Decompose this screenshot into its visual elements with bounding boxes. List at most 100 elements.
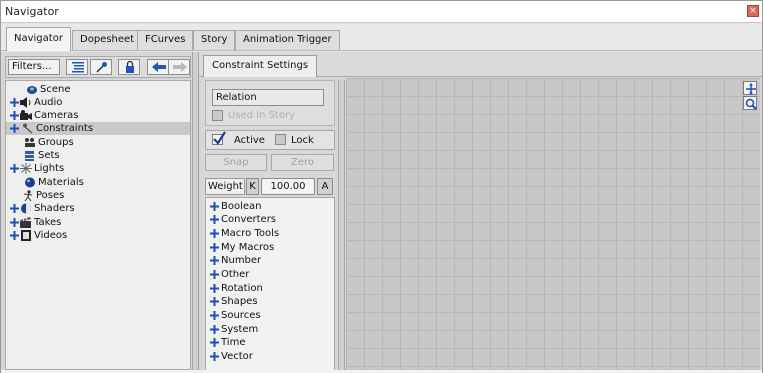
zero-button[interactable]: Zero: [271, 154, 334, 171]
tree-item-label: Videos: [34, 230, 68, 241]
used-in-story-label: Used In Story: [228, 110, 296, 121]
tree-item-label: Audio: [34, 97, 63, 108]
used-in-story-checkbox[interactable]: [212, 110, 223, 121]
tree-item-sets[interactable]: Sets: [6, 149, 190, 162]
tree-item-scene[interactable]: Scene: [6, 83, 190, 96]
relation-group: Relation Used In Story: [205, 80, 335, 126]
constraint-icon: [22, 123, 34, 134]
list-item-label: Macro Tools: [221, 228, 280, 239]
list-item-label: Time: [221, 337, 246, 348]
shader-icon: [20, 203, 32, 214]
panel-splitter[interactable]: [338, 80, 345, 372]
tree-item-label: Sets: [38, 150, 60, 161]
filters-button[interactable]: Filters...: [8, 59, 60, 75]
key-button[interactable]: K: [246, 178, 259, 195]
tree-item-lights[interactable]: Lights: [6, 162, 190, 175]
tree-item-label: Shaders: [34, 203, 75, 214]
navigator-window: Navigator × Navigator Dopesheet FCurves …: [0, 0, 763, 373]
expand-plus-icon[interactable]: [210, 202, 219, 211]
tab-dopesheet[interactable]: Dopesheet: [72, 30, 143, 50]
list-item-label: Shapes: [221, 296, 258, 307]
tree-item-shaders[interactable]: Shaders: [6, 202, 190, 215]
title-bar: Navigator ×: [1, 1, 762, 23]
expand-plus-icon[interactable]: [10, 124, 19, 133]
list-view-icon[interactable]: [66, 59, 88, 75]
pan-icon[interactable]: [743, 81, 757, 95]
list-item-label: My Macros: [221, 242, 275, 253]
light-icon: [20, 163, 32, 174]
active-lock-group: Active Lock: [205, 130, 335, 150]
active-label: Active: [234, 135, 265, 146]
tree-item-audio[interactable]: Audio: [6, 96, 190, 109]
weight-label: Weight: [205, 178, 245, 195]
weight-row: Weight K 100.00 A: [205, 178, 335, 195]
tree-item-label: Poses: [36, 190, 65, 201]
constraint-settings-panel: Relation Used In Story Active Lock Snap …: [202, 80, 338, 372]
expand-plus-icon[interactable]: [210, 311, 219, 320]
expand-plus-icon[interactable]: [10, 164, 19, 173]
lock-icon[interactable]: [118, 59, 140, 75]
active-checkbox[interactable]: [212, 131, 226, 145]
navigator-pane: Filters... Scene Audio Cameras Constrain…: [5, 54, 191, 370]
tree-item-takes[interactable]: Takes: [6, 216, 190, 229]
material-icon: [24, 177, 36, 188]
expand-plus-icon[interactable]: [10, 218, 19, 227]
tree-item-label: Lights: [34, 163, 65, 174]
tree-item-poses[interactable]: Poses: [6, 189, 190, 202]
list-item-label: Sources: [221, 310, 261, 321]
expand-plus-icon[interactable]: [210, 270, 219, 279]
tree-item-constraints[interactable]: Constraints: [6, 122, 190, 135]
relation-name-field[interactable]: Relation: [212, 89, 324, 106]
tab-navigator[interactable]: Navigator: [6, 27, 71, 51]
zoom-icon[interactable]: [743, 96, 757, 110]
list-item-label: System: [221, 324, 259, 335]
checkmark-icon: [213, 131, 226, 145]
close-icon[interactable]: ×: [747, 5, 759, 17]
tree-item-groups[interactable]: Groups: [6, 136, 190, 149]
relation-graph-canvas[interactable]: [346, 78, 760, 372]
tree-item-videos[interactable]: Videos: [6, 229, 190, 242]
expand-plus-icon[interactable]: [210, 215, 219, 224]
expand-plus-icon[interactable]: [10, 204, 19, 213]
tree-item-label: Constraints: [36, 123, 94, 134]
expand-plus-icon[interactable]: [210, 297, 219, 306]
tree-item-materials[interactable]: Materials: [6, 176, 190, 189]
pin-icon[interactable]: [90, 59, 112, 75]
expand-plus-icon[interactable]: [210, 229, 219, 238]
snap-button[interactable]: Snap: [205, 154, 267, 171]
sets-icon: [24, 150, 36, 161]
tree-item-label: Scene: [40, 84, 71, 95]
tree-item-label: Takes: [34, 217, 62, 228]
pose-icon: [22, 190, 34, 202]
back-arrow-icon[interactable]: [147, 59, 169, 75]
expand-plus-icon[interactable]: [10, 98, 19, 107]
navigator-toolbar: Filters...: [5, 56, 191, 78]
video-icon: [20, 230, 32, 241]
tree-item-label: Cameras: [34, 110, 79, 121]
tab-story[interactable]: Story: [193, 30, 236, 50]
expand-plus-icon[interactable]: [210, 243, 219, 252]
tab-fcurves[interactable]: FCurves: [137, 30, 194, 50]
expand-plus-icon[interactable]: [10, 231, 19, 240]
forward-arrow-icon[interactable]: [168, 59, 190, 75]
expand-plus-icon[interactable]: [210, 325, 219, 334]
expand-plus-icon[interactable]: [10, 111, 19, 120]
groups-icon: [24, 137, 36, 148]
main-content: Filters... Scene Audio Cameras Constrain…: [1, 52, 762, 372]
camera-icon: [20, 110, 32, 121]
tab-animation-trigger[interactable]: Animation Trigger: [235, 30, 340, 50]
expand-plus-icon[interactable]: [210, 338, 219, 347]
list-item-label: Rotation: [221, 283, 263, 294]
tree-item-cameras[interactable]: Cameras: [6, 109, 190, 122]
expand-plus-icon[interactable]: [210, 352, 219, 361]
weight-value-field[interactable]: 100.00: [261, 178, 315, 195]
expand-plus-icon[interactable]: [210, 256, 219, 265]
audio-icon: [20, 97, 32, 108]
expand-plus-icon[interactable]: [210, 284, 219, 293]
main-tab-bar: Navigator Dopesheet FCurves Story Animat…: [1, 24, 762, 51]
lock-checkbox[interactable]: [275, 134, 286, 145]
animate-button[interactable]: A: [317, 178, 333, 195]
pane-splitter[interactable]: [192, 52, 199, 372]
tab-constraint-settings[interactable]: Constraint Settings: [203, 55, 318, 77]
scene-tree: Scene Audio Cameras Constraints Groups S…: [5, 80, 191, 370]
